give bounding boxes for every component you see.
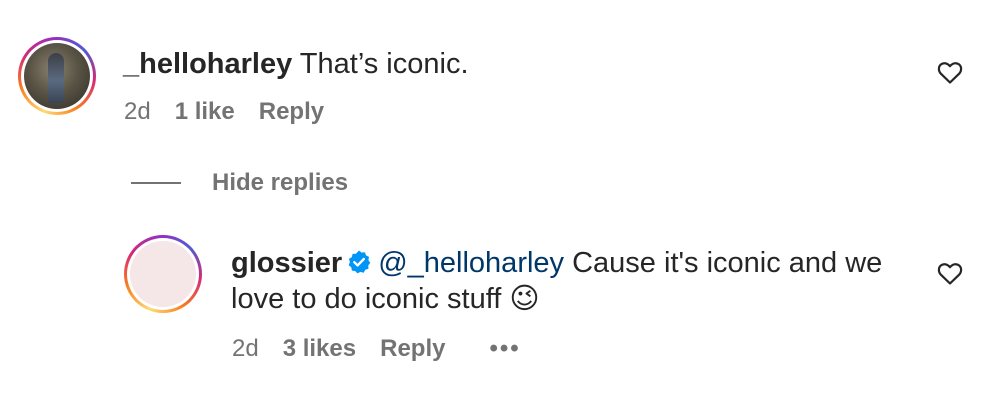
brand-logo	[130, 241, 196, 307]
reply-likes[interactable]: 3 likes	[283, 335, 356, 363]
comment-avatar[interactable]	[18, 37, 96, 115]
comment-reply-button[interactable]: Reply	[259, 98, 324, 126]
reply-time: 2d	[232, 335, 259, 362]
comment-like-button[interactable]	[937, 61, 963, 90]
reply-avatar[interactable]	[124, 235, 202, 313]
avatar-photo	[24, 43, 90, 109]
comment-body: _helloharley That’s iconic.	[123, 46, 469, 82]
comment-username[interactable]: _helloharley	[123, 48, 292, 80]
story-ring	[18, 37, 96, 115]
verified-badge-icon	[348, 250, 371, 274]
reply-body: glossier @_helloharley Cause it's iconic…	[231, 245, 911, 317]
replies-divider	[131, 182, 181, 184]
reply-like-button[interactable]	[937, 262, 963, 291]
story-ring	[124, 235, 202, 313]
comment-likes[interactable]: 1 like	[175, 98, 235, 126]
comment-text: That’s iconic.	[299, 48, 469, 80]
hide-replies-button[interactable]: Hide replies	[212, 169, 348, 197]
more-dots-icon[interactable]: •••	[489, 335, 520, 363]
comment-meta: 2d 1 like Reply	[124, 98, 348, 126]
reply-mention[interactable]: @_helloharley	[378, 247, 564, 279]
reply-reply-button[interactable]: Reply	[380, 335, 445, 363]
reply-meta: 2d 3 likes Reply •••	[232, 335, 545, 363]
heart-icon	[937, 263, 963, 285]
reply-username[interactable]: glossier	[231, 247, 342, 279]
comment-time: 2d	[124, 98, 151, 125]
heart-icon	[937, 62, 963, 84]
